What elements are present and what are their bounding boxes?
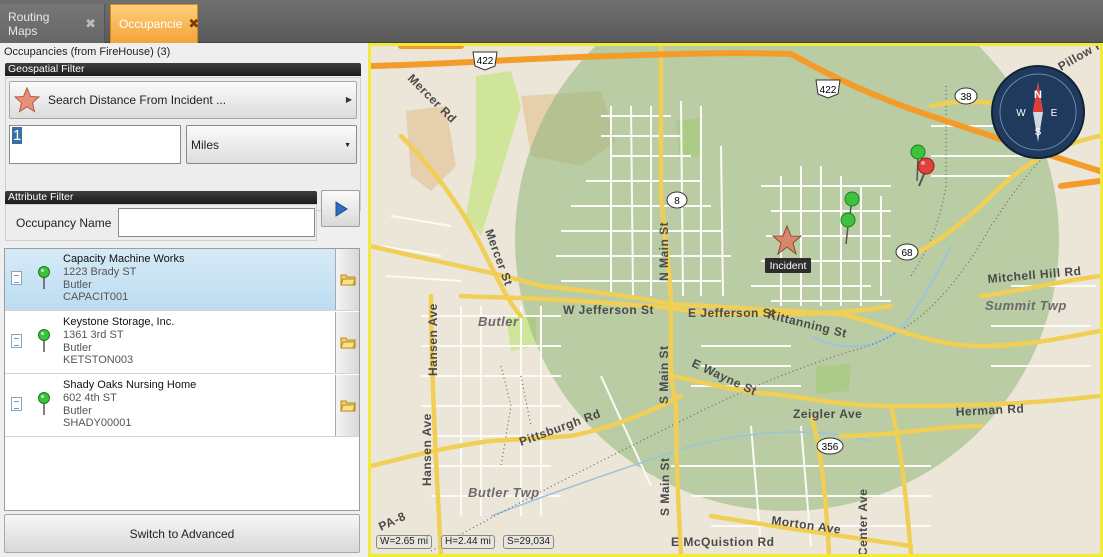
play-arrow-icon: [335, 200, 348, 217]
occupancy-name-label: Occupancy Name: [16, 216, 112, 230]
attribute-filter-title: Attribute Filter: [5, 191, 317, 204]
compass-east: E: [1051, 108, 1058, 119]
occupancy-list: Capacity Machine Works 1223 Brady ST But…: [4, 248, 360, 511]
tab-bar: Routing Maps ✖ Occupancie ✖: [0, 0, 1103, 43]
folder-icon: [339, 274, 356, 286]
distance-input[interactable]: 1: [9, 125, 181, 164]
svg-text:8: 8: [674, 196, 680, 207]
attribute-filter: Occupancy Name: [5, 204, 317, 241]
list-item[interactable]: Keystone Storage, Inc. 1361 3rd ST Butle…: [5, 312, 359, 374]
apply-filter-button[interactable]: [321, 190, 360, 227]
document-icon[interactable]: [11, 397, 22, 411]
map-width-readout: W=2.65 mi: [376, 535, 433, 549]
units-value: Miles: [191, 137, 220, 152]
search-distance-label: Search Distance From Incident ...: [48, 93, 227, 107]
geospatial-filter-title: Geospatial Filter: [5, 63, 361, 76]
star-icon: [14, 87, 40, 113]
svg-text:68: 68: [901, 248, 913, 259]
street-label: N Main St: [657, 222, 671, 281]
folder-icon: [339, 400, 356, 412]
list-item[interactable]: Capacity Machine Works 1223 Brady ST But…: [5, 249, 359, 311]
map-height-readout: H=2.44 mi: [441, 535, 495, 549]
compass-south: S: [1035, 127, 1042, 138]
occupancy-city: Butler: [63, 341, 92, 354]
occupancy-panel: Occupancies (from FireHouse) (3) Geospat…: [0, 43, 368, 557]
tab-occupancies[interactable]: Occupancie ✖: [110, 4, 199, 43]
occupancy-name: Keystone Storage, Inc.: [63, 316, 175, 328]
list-item[interactable]: Shady Oaks Nursing Home 602 4th ST Butle…: [5, 375, 359, 437]
street-label: E McQuistion Rd: [671, 535, 775, 549]
svg-text:356: 356: [822, 442, 839, 453]
street-label: Hansen Ave: [426, 303, 440, 376]
close-icon[interactable]: ✖: [188, 16, 199, 32]
occupancy-name: Shady Oaks Nursing Home: [63, 379, 197, 391]
occupancy-city: Butler: [63, 404, 92, 417]
open-folder-button[interactable]: [335, 375, 359, 436]
place-label: Butler Twp: [468, 485, 540, 500]
street-label: E Jefferson St: [688, 306, 776, 320]
close-icon[interactable]: ✖: [85, 16, 96, 32]
street-label: Zeigler Ave: [793, 407, 862, 421]
chevron-right-icon: ▶: [345, 95, 352, 104]
tab-label: Occupancie: [119, 17, 183, 31]
place-label: Summit Twp: [985, 298, 1067, 313]
street-label: S Main St: [658, 457, 672, 516]
chevron-down-icon: ▼: [344, 142, 351, 149]
green-pin-icon: [38, 392, 50, 415]
place-label: Butler: [478, 314, 519, 329]
tab-routing-maps[interactable]: Routing Maps ✖: [0, 4, 105, 43]
map-view[interactable]: Mercer Rd Mercer St N Main St S Main St …: [368, 43, 1103, 557]
panel-title: Occupancies (from FireHouse) (3): [4, 46, 171, 58]
green-pin-icon: [38, 266, 50, 289]
compass-icon[interactable]: N E S W: [991, 65, 1085, 159]
tab-label: Routing Maps: [8, 9, 50, 38]
compass-west: W: [1016, 108, 1026, 119]
incident-label: Incident: [770, 260, 807, 272]
occupancy-id: SHADY00001: [63, 417, 132, 430]
green-pin-icon: [38, 329, 50, 352]
route-shield: 38: [954, 87, 978, 105]
svg-text:422: 422: [477, 56, 494, 67]
switch-to-advanced-button[interactable]: Switch to Advanced: [4, 514, 360, 553]
street-label: Hansen Ave: [420, 413, 434, 486]
occupancy-address: 1223 Brady ST: [63, 265, 137, 278]
document-icon[interactable]: [11, 271, 22, 285]
open-folder-button[interactable]: [335, 249, 359, 310]
occupancy-city: Butler: [63, 278, 92, 291]
compass-north: N: [1034, 89, 1042, 101]
map-canvas[interactable]: Mercer Rd Mercer St N Main St S Main St …: [371, 46, 1100, 554]
open-folder-button[interactable]: [335, 312, 359, 373]
route-shield: 8: [666, 191, 688, 209]
search-distance-button[interactable]: Search Distance From Incident ... ▶: [9, 81, 357, 119]
occupancy-address: 1361 3rd ST: [63, 328, 124, 341]
street-label: S Main St: [657, 345, 671, 404]
street-label: W Jefferson St: [563, 303, 654, 317]
route-shield: 68: [895, 243, 919, 261]
map-scale-readout: S=29,034: [503, 535, 555, 549]
route-shield: 356: [816, 437, 844, 455]
document-icon[interactable]: [11, 334, 22, 348]
street-label: Center Ave: [856, 489, 870, 554]
occupancy-address: 602 4th ST: [63, 391, 117, 404]
occupancy-id: CAPACIT001: [63, 291, 129, 304]
units-select[interactable]: Miles ▼: [186, 125, 357, 164]
svg-text:38: 38: [960, 92, 972, 103]
occupancy-id: KETSTON003: [63, 354, 134, 367]
folder-icon: [339, 337, 356, 349]
occupancy-name-input[interactable]: [118, 208, 315, 237]
occupancy-name: Capacity Machine Works: [63, 253, 185, 265]
svg-text:422: 422: [820, 85, 837, 96]
